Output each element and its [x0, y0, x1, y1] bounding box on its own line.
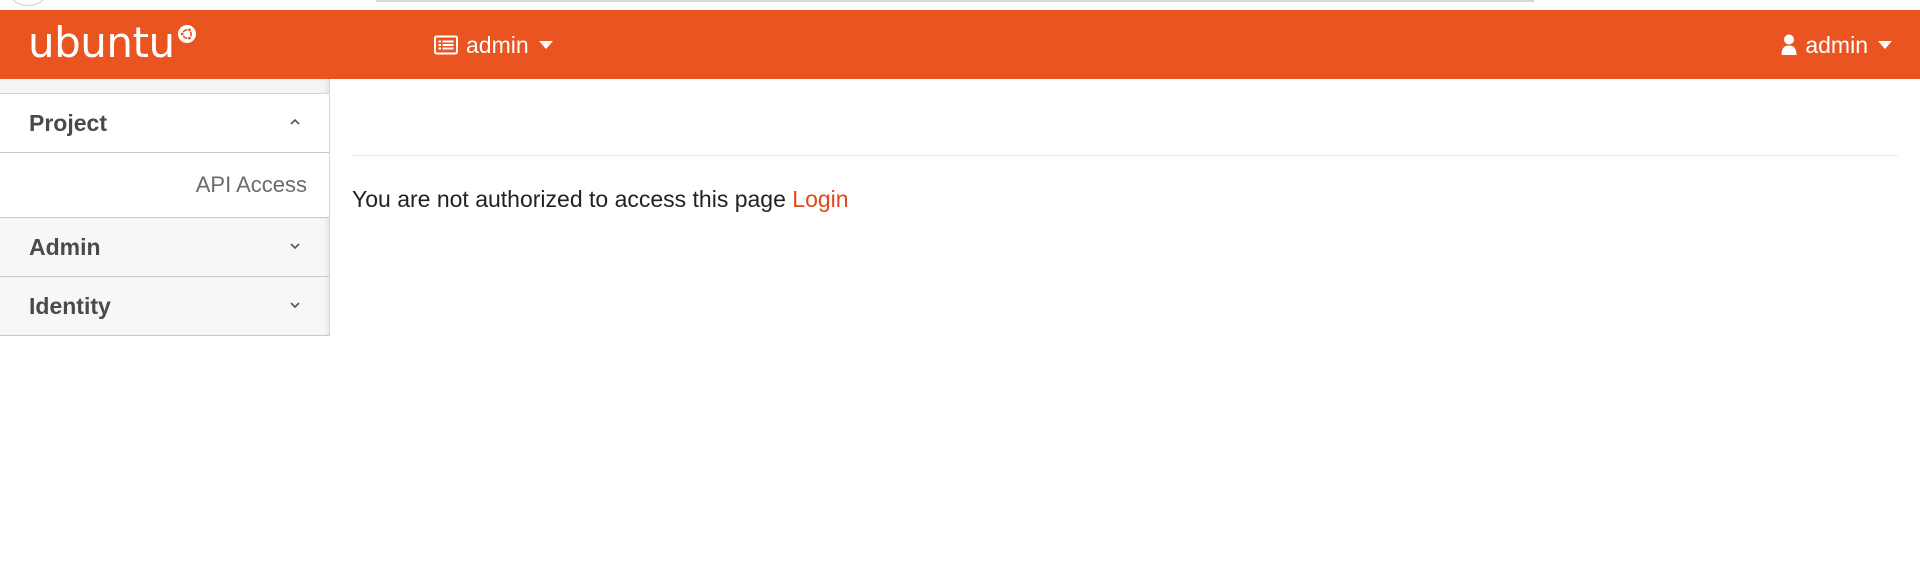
sidebar-top-stub	[0, 79, 330, 94]
caret-down-icon	[1878, 41, 1892, 49]
page-header	[352, 79, 1898, 156]
chevron-up-icon	[290, 118, 300, 125]
brand-logo[interactable]: ubuntu	[28, 20, 197, 66]
chevron-down-icon	[290, 243, 300, 250]
sidebar-panel-label: Admin	[29, 234, 101, 260]
user-menu-dropdown[interactable]: admin	[1781, 30, 1892, 60]
project-list-icon	[434, 35, 458, 55]
sidebar: Project API Access Admin Identity	[0, 79, 330, 336]
user-menu-label: admin	[1805, 31, 1868, 58]
browser-address-edge	[376, 0, 1534, 2]
login-link[interactable]: Login	[792, 186, 848, 212]
chevron-down-icon	[290, 302, 300, 309]
sidebar-panel-label: Project	[29, 110, 107, 136]
project-picker-label: admin	[466, 31, 529, 58]
user-icon	[1781, 34, 1797, 55]
sidebar-panel-identity[interactable]: Identity	[0, 277, 330, 336]
top-navbar: ubuntu admin admin	[0, 10, 1920, 79]
unauthorized-message: You are not authorized to access this pa…	[352, 184, 1898, 214]
brand-name: ubuntu	[28, 18, 175, 67]
sidebar-panel-admin[interactable]: Admin	[0, 218, 330, 277]
unauthorized-text: You are not authorized to access this pa…	[352, 186, 786, 212]
sidebar-panel-project[interactable]: Project	[0, 94, 330, 153]
sidebar-panel-label: Identity	[29, 293, 111, 319]
browser-control-hint	[10, 0, 46, 6]
project-picker-dropdown[interactable]: admin	[434, 30, 553, 60]
caret-down-icon	[538, 41, 553, 49]
sidebar-subitem-container: API Access	[0, 153, 330, 218]
main-content: You are not authorized to access this pa…	[352, 79, 1898, 214]
circle-of-friends-icon	[177, 25, 196, 43]
browser-top-strip	[0, 0, 1920, 10]
sidebar-item-api-access[interactable]: API Access	[196, 153, 307, 217]
